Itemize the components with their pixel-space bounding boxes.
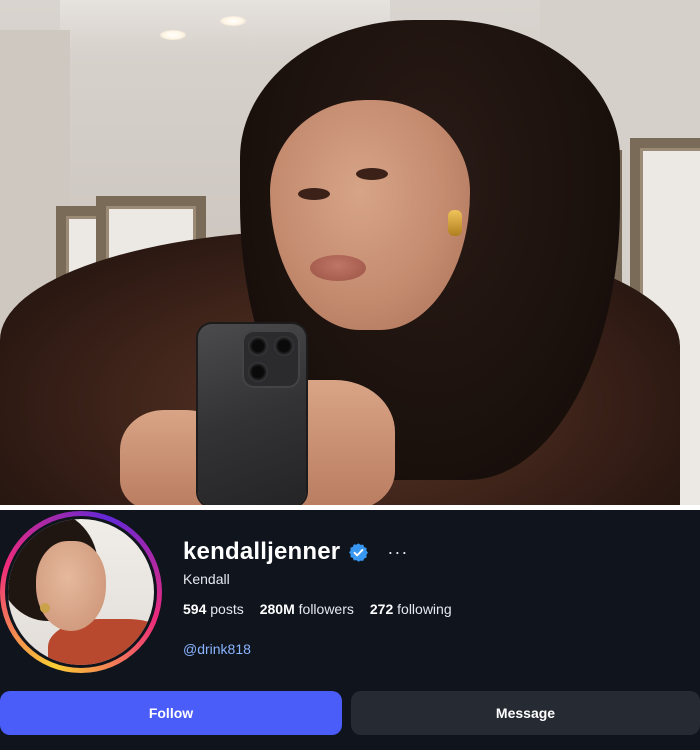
posts-stat: 594 posts	[183, 601, 244, 617]
display-name: Kendall	[183, 571, 230, 587]
followers-count: 280M	[259, 601, 295, 617]
bio-link[interactable]: @drink818	[183, 641, 251, 657]
lips	[310, 255, 366, 281]
eye	[298, 188, 330, 200]
camera-lens	[248, 362, 268, 382]
story-ring[interactable]	[0, 511, 162, 673]
camera-lens	[248, 336, 268, 356]
username-row: kendalljenner ···	[183, 538, 408, 566]
following-stat[interactable]: 272 following	[370, 601, 452, 617]
username: kendalljenner	[183, 538, 341, 565]
post-photo	[0, 0, 700, 505]
avatar-face	[36, 541, 106, 631]
camera-lens	[274, 336, 294, 356]
avatar[interactable]	[5, 516, 157, 668]
follow-button[interactable]: Follow	[0, 691, 342, 735]
following-label: following	[397, 601, 452, 617]
ceiling-light	[220, 16, 246, 26]
more-options-icon[interactable]: ···	[387, 543, 408, 561]
profile-header: kendalljenner ··· Kendall 594 posts 280M…	[0, 510, 700, 750]
posts-count: 594	[183, 601, 207, 617]
eye	[356, 168, 388, 180]
message-button[interactable]: Message	[351, 691, 700, 735]
avatar-earring	[40, 603, 50, 613]
followers-stat[interactable]: 280M followers	[260, 601, 354, 617]
followers-label: followers	[298, 601, 354, 617]
verified-badge-icon	[349, 542, 369, 562]
following-count: 272	[369, 601, 394, 617]
posts-label: posts	[210, 601, 244, 617]
ceiling-light	[160, 30, 186, 40]
camera-module	[242, 330, 300, 388]
earring	[448, 210, 462, 236]
avatar-image	[8, 519, 154, 665]
profile-stats: 594 posts 280M followers 272 following	[183, 601, 452, 617]
